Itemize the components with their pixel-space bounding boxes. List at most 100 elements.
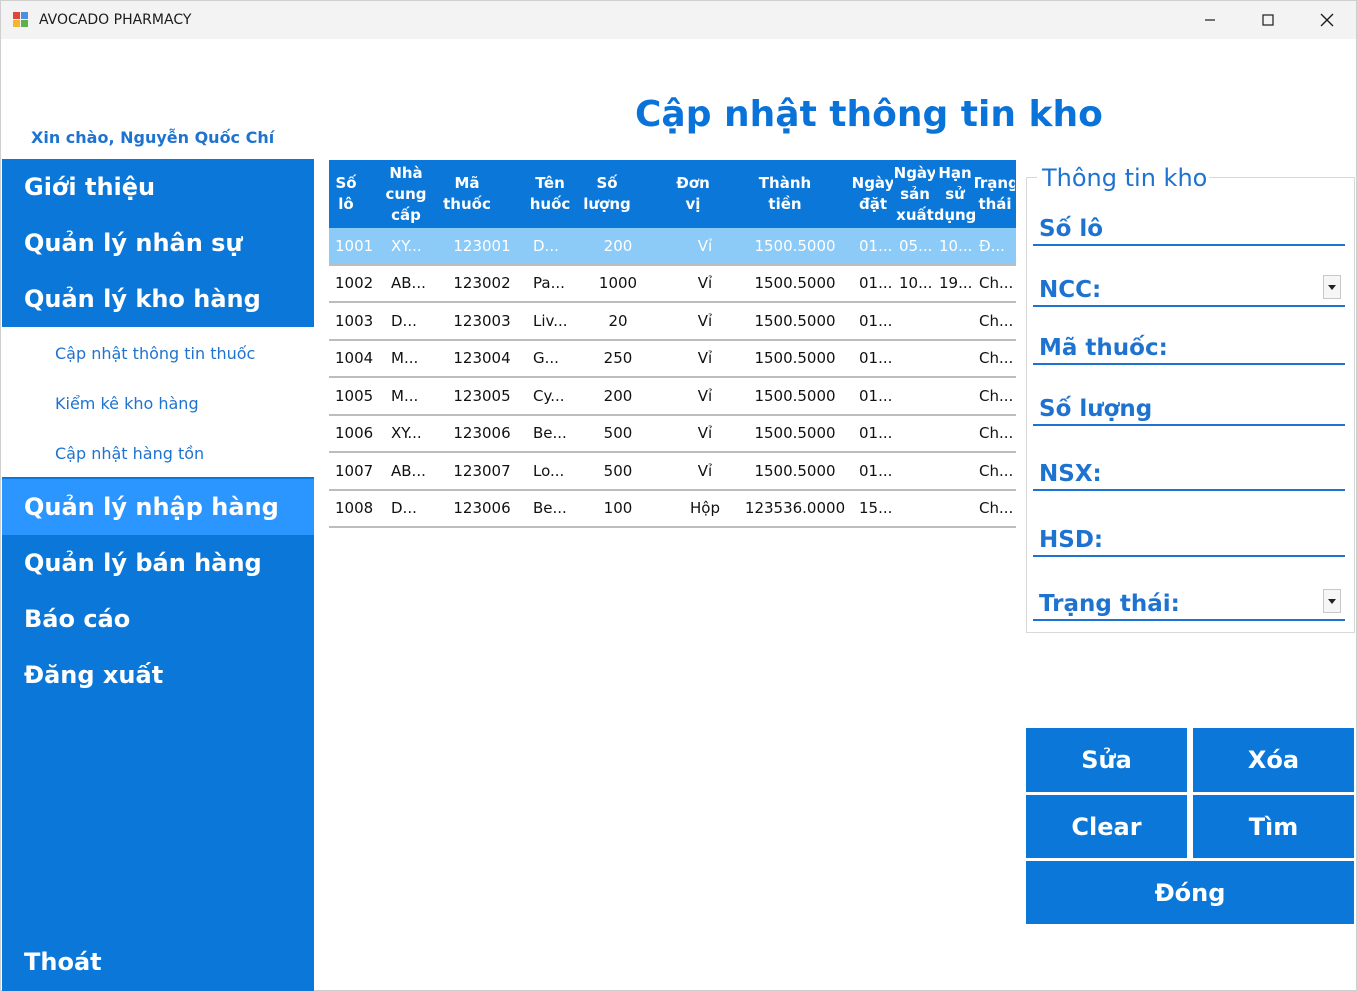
window-title: AVOCADO PHARMACY (39, 12, 192, 28)
subnav-cap-nhat-thong-tin-thuoc[interactable]: Cập nhật thông tin thuốc (55, 344, 255, 363)
table-row[interactable]: 1007 AB... 123007 Lo... 500 Vỉ 1500.5000 01... C… (329, 453, 1016, 491)
table-cell (939, 416, 979, 451)
table-cell: 05... (899, 236, 933, 255)
table-cell: Ch... (979, 499, 1014, 517)
table-cell: 1500.5000 (754, 461, 836, 480)
nsx-label: NSX: (1039, 461, 1102, 487)
table-cell: 123006 (453, 424, 511, 442)
app-window: AVOCADO PHARMACY Xin chào, Nguyễn Quốc C… (0, 0, 1357, 991)
table-cell: 01... (859, 311, 893, 330)
table-cell: Ch... (979, 461, 1014, 480)
info-groupbox-title: Thông tin kho (1040, 164, 1210, 192)
table-cell: AB... (391, 274, 426, 292)
so-luong-field[interactable]: Số lượng (1033, 392, 1345, 426)
table-cell: 10... (939, 236, 973, 255)
ncc-dropdown-button[interactable] (1323, 275, 1341, 299)
nav-quan-ly-ban-hang[interactable]: Quản lý bán hàng (2, 535, 314, 591)
nav-bao-cao[interactable]: Báo cáo (2, 591, 314, 647)
table-row[interactable]: 1002 AB... 123002 Pa... 1000 Vỉ 1500.5000 01...… (329, 265, 1016, 303)
column-header-han-su-dung[interactable]: Hạn sử dụng (935, 160, 975, 228)
ncc-dropdown[interactable]: NCC: (1033, 273, 1345, 307)
nav-quan-ly-nhan-su[interactable]: Quản lý nhân sự (2, 215, 314, 271)
column-header-so-luong[interactable]: Số lượng (581, 160, 633, 228)
table-cell: 1000 (598, 274, 638, 292)
table-cell (899, 416, 939, 451)
table-cell: 01... (859, 424, 893, 442)
trang-thai-dropdown-button[interactable] (1323, 589, 1341, 613)
nav-gioi-thieu[interactable]: Giới thiệu (2, 159, 314, 215)
table-cell: 123004 (453, 349, 511, 367)
find-button[interactable]: Tìm (1193, 795, 1354, 858)
table-cell: Liv... (533, 311, 568, 330)
ncc-label: NCC: (1039, 277, 1102, 303)
nav-dang-xuat[interactable]: Đăng xuất (2, 647, 314, 703)
table-cell: 1005 (335, 386, 374, 405)
minimize-button[interactable] (1181, 1, 1239, 39)
column-header-ten-thuoc[interactable]: Tên huốc (529, 160, 571, 228)
subnav-kiem-ke-kho-hang[interactable]: Kiểm kê kho hàng (55, 394, 199, 413)
column-header-ngay-dat[interactable]: Ngày đặt (853, 160, 893, 228)
table-row[interactable]: 1001 XY... 123001 D... 200 Vỉ 1500.5000 01... 05… (329, 228, 1016, 266)
submenu-kho-hang: Cập nhật thông tin thuốc Kiểm kê kho hàn… (2, 327, 314, 477)
table-cell: Vỉ (697, 424, 713, 442)
so-lo-field[interactable]: Số lô (1033, 212, 1345, 246)
ma-thuoc-field[interactable]: Mã thuốc: (1033, 331, 1345, 365)
column-header-trang-thai[interactable]: Trạng thái (975, 160, 1015, 228)
hsd-label: HSD: (1039, 527, 1104, 553)
table-cell: Vỉ (697, 274, 713, 292)
table-cell: D... (391, 499, 417, 517)
table-cell: 200 (603, 236, 633, 255)
table-cell: 123536.0000 (745, 499, 845, 517)
table-cell: 250 (603, 349, 633, 367)
delete-button[interactable]: Xóa (1193, 728, 1354, 792)
column-header-don-vi[interactable]: Đơn vị (669, 160, 717, 228)
table-row[interactable]: 1005 M... 123005 Cy... 200 Vỉ 1500.5000 01... Ch… (329, 378, 1016, 416)
subnav-cap-nhat-hang-ton[interactable]: Cập nhật hàng tồn (55, 444, 204, 463)
close-window-button[interactable] (1298, 1, 1356, 39)
table-cell: G... (533, 349, 559, 367)
table-cell: 01... (859, 461, 893, 480)
table-cell: 123002 (453, 274, 511, 292)
edit-button[interactable]: Sửa (1026, 728, 1187, 792)
table-cell (899, 491, 939, 526)
maximize-button[interactable] (1239, 1, 1297, 39)
column-header-so-lo[interactable]: Số lô (329, 160, 363, 228)
table-cell: Pa... (533, 274, 565, 292)
table-cell: 123001 (453, 236, 511, 255)
column-header-ngay-san-xuat[interactable]: Ngày sản xuất (895, 160, 935, 228)
column-header-ma-thuoc[interactable]: Mã thuốc (439, 160, 495, 228)
column-header-thanh-tien[interactable]: Thành tiền (754, 160, 816, 228)
inventory-table[interactable]: Số lô Nhà cung cấp Mã thuốc Tên huốc Số … (329, 160, 1016, 528)
table-cell: Ch... (979, 424, 1014, 442)
table-cell: 1500.5000 (754, 349, 836, 367)
trang-thai-dropdown[interactable]: Trạng thái: (1033, 587, 1345, 621)
close-button[interactable]: Đóng (1026, 861, 1354, 924)
table-row[interactable]: 1006 XY... 123006 Be... 500 Vỉ 1500.5000 01... C… (329, 415, 1016, 453)
close-icon (1320, 13, 1334, 27)
chevron-down-icon (1328, 598, 1336, 604)
table-cell: Be... (533, 499, 567, 517)
nav-quan-ly-kho-hang[interactable]: Quản lý kho hàng (2, 271, 314, 327)
table-cell: M... (391, 386, 419, 405)
chevron-down-icon (1328, 284, 1336, 290)
page-title: Cập nhật thông tin kho (635, 94, 1103, 135)
nsx-date-field[interactable]: NSX: (1033, 457, 1345, 491)
table-cell: 123007 (453, 461, 511, 480)
hsd-date-field[interactable]: HSD: (1033, 523, 1345, 557)
clear-button[interactable]: Clear (1026, 795, 1187, 858)
column-header-nha-cung-cap[interactable]: Nhà cung cấp (385, 160, 427, 228)
table-row[interactable]: 1004 M... 123004 G... 250 Vỉ 1500.5000 01... Ch.… (329, 340, 1016, 378)
nav-quan-ly-nhap-hang[interactable]: Quản lý nhập hàng (2, 479, 314, 535)
nav-thoat[interactable]: Thoát (2, 934, 314, 990)
table-cell: Ch... (979, 311, 1014, 330)
table-cell: M... (391, 349, 419, 367)
table-cell: Ch... (979, 349, 1014, 367)
table-cell: Đ... (979, 236, 1005, 255)
table-cell: Vỉ (697, 386, 713, 405)
trang-thai-label: Trạng thái: (1039, 591, 1180, 617)
table-row[interactable]: 1008 D... 123006 Be... 100 Hộp 123536.0000 15..… (329, 490, 1016, 528)
table-cell: XY... (391, 236, 422, 255)
table-cell: Vỉ (697, 461, 713, 480)
title-bar: AVOCADO PHARMACY (1, 1, 1356, 39)
table-row[interactable]: 1003 D... 123003 Liv... 20 Vỉ 1500.5000 01... Ch… (329, 303, 1016, 341)
